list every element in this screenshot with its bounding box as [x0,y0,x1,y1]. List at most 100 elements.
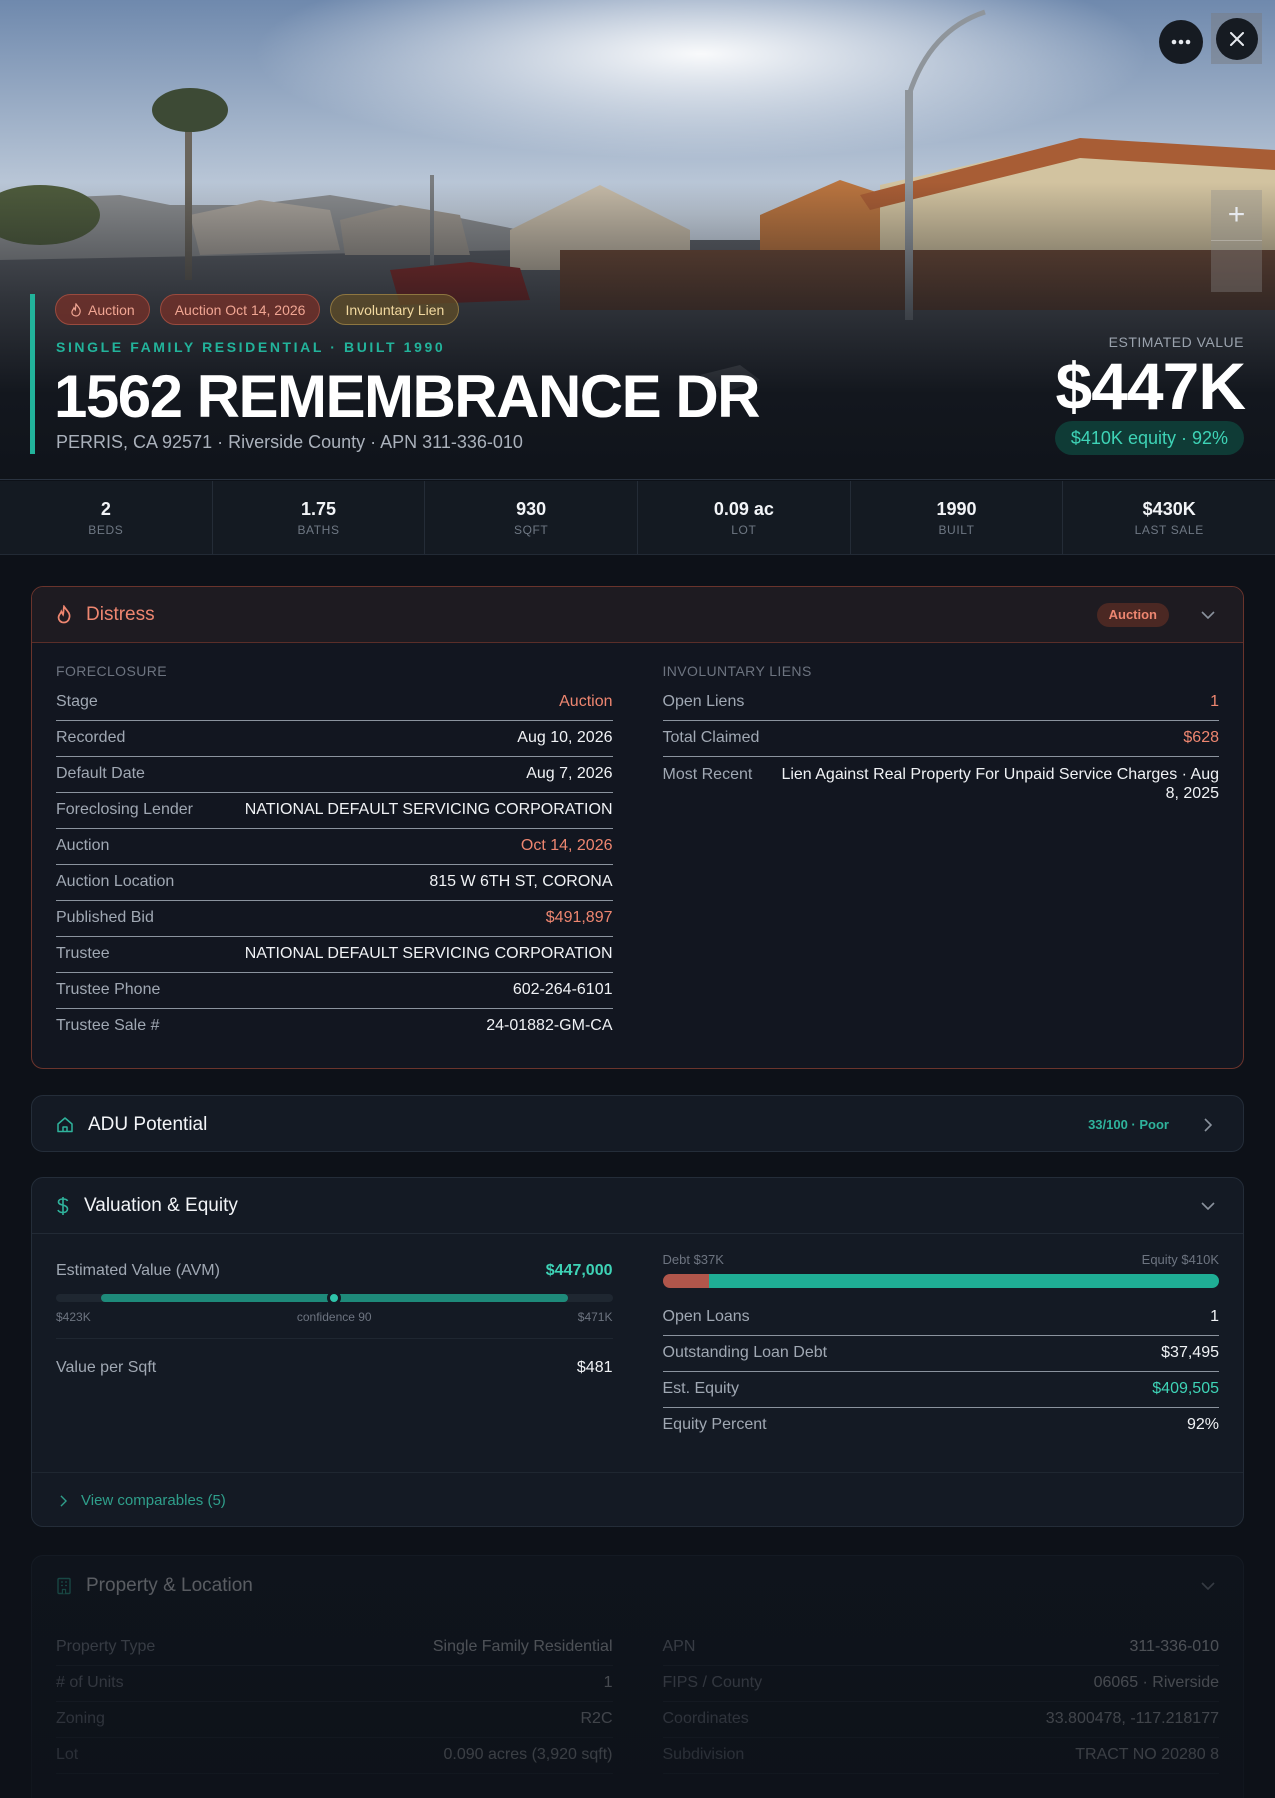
row-total-claimed: Total Claimed $628 [662,721,1219,757]
row-recorded: Recorded Aug 10, 2026 [56,721,613,757]
stat-beds: 2 BEDS [0,481,213,554]
equity-label: Equity $410K [1141,1252,1219,1267]
property-card-header[interactable]: Property & Location [32,1556,1243,1616]
chevron-right-icon[interactable] [1197,1114,1219,1136]
stat-sqft: 930 SQFT [425,481,639,554]
row-label: Est. Equity [662,1380,739,1397]
row-of-units: # of Units 1 [56,1666,613,1702]
row-label: Open Loans [662,1308,750,1325]
row-label: Trustee [56,945,110,962]
row-est-equity: Est. Equity $409,505 [662,1372,1219,1408]
row-value: Oct 14, 2026 [520,837,613,854]
row-label: Open Liens [662,693,745,710]
debt-equity-bar [662,1274,1219,1288]
valuation-card-header[interactable]: Valuation & Equity [32,1178,1243,1234]
property-details-left: Property Type Single Family Residential # … [56,1630,613,1774]
row-trustee: Trustee NATIONAL DEFAULT SERVICING CORPOR… [56,937,613,973]
row-coordinates: Coordinates 33.800478, -117.218177 [662,1702,1219,1738]
stat-lot: 0.09 ac LOT [638,481,851,554]
zoom-in-button[interactable]: + [1211,190,1262,241]
row-label: Total Claimed [662,729,760,746]
more-horizontal-icon [1171,39,1191,45]
row-value: 815 W 6TH ST, CORONA [429,873,613,890]
range-high: $471K [577,1310,613,1324]
row-label: FIPS / County [662,1674,763,1691]
row-label: APN [662,1638,696,1655]
row-value: $37,495 [1161,1344,1219,1361]
row-most-recent: Most Recent Lien Against Real Property Fo… [663,757,1220,807]
property-details-right: APN 311-336-010 FIPS / County 06065 · River… [662,1630,1219,1774]
building-icon [57,1577,71,1595]
row-value: $409,505 [1152,1380,1219,1397]
row-open-liens: Open Liens 1 [662,685,1219,721]
row-value: 92% [1186,1416,1219,1433]
liens-heading: INVOLUNTARY LIENS [662,663,812,679]
property-title: Property & Location [86,1575,253,1596]
row-outstanding-loan-debt: Outstanding Loan Debt $37,495 [662,1336,1219,1372]
row-value: $491,897 [545,909,613,926]
row-label: Subdivision [662,1746,745,1763]
flame-icon [71,302,81,317]
row-value: Lien Against Real Property For Unpaid Se… [781,766,1219,802]
view-comparables-link[interactable]: View comparables (5) [32,1472,1243,1526]
row-label: Lot [56,1746,79,1763]
value-per-sqft-label: Value per Sqft [56,1359,157,1376]
row-value: 1 [1210,1308,1219,1325]
chevron-down-icon[interactable] [1197,1575,1219,1597]
row-label: Foreclosing Lender [56,801,193,818]
property-location-card: Property & Location Property Type Single … [31,1555,1244,1798]
row-value: TRACT NO 20280 8 [1075,1746,1219,1763]
row-label: Default Date [56,765,145,782]
property-address-title: 1562 REMEMBRANCE DR [54,363,760,430]
range-marker [327,1291,342,1305]
distress-card-header[interactable]: Distress Auction [32,587,1243,643]
row-property-type: Property Type Single Family Residential [56,1630,613,1666]
row-label: Trustee Phone [56,981,161,998]
row-trustee-phone: Trustee Phone 602-264-6101 [56,973,613,1009]
range-confidence: confidence 90 [296,1310,372,1324]
row-value: 0.090 acres (3,920 sqft) [443,1746,613,1763]
row-trustee-sale: Trustee Sale # 24-01882-GM-CA [56,1009,613,1045]
adu-potential-card[interactable]: ADU Potential 33/100 · Poor [31,1095,1244,1152]
row-value: 311-336-010 [1129,1638,1219,1655]
row-value: 24-01882-GM-CA [486,1017,613,1034]
stat-baths: 1.75 BATHS [213,481,426,554]
row-value: Aug 7, 2026 [526,765,613,782]
equity-pill: $410K equity · 92% [1054,421,1244,455]
debt-segment [662,1274,710,1288]
row-label: Coordinates [662,1710,749,1727]
adu-card-header[interactable]: ADU Potential 33/100 · Poor [32,1096,1243,1151]
distress-title: Distress [86,603,155,625]
avm-label: Estimated Value (AVM) [56,1262,220,1279]
row-value: 1 [1210,693,1219,710]
chevron-down-icon[interactable] [1197,1195,1219,1217]
valuation-title: Valuation & Equity [84,1194,238,1216]
row-equity-percent: Equity Percent 92% [663,1408,1220,1444]
row-label: Equity Percent [662,1416,767,1433]
row-label: Recorded [56,729,126,746]
adu-score: 33/100 · Poor [1088,1117,1169,1132]
distress-card: Distress Auction FORECLOSURE Stage Auctio… [31,586,1244,1069]
distress-status-badge: Auction [1096,602,1169,627]
range-low: $423K [56,1310,91,1324]
chevron-down-icon[interactable] [1197,604,1219,626]
close-button[interactable] [1215,17,1258,60]
row-fips-county: FIPS / County 06065 · Riverside [662,1666,1219,1702]
row-label: Published Bid [56,909,154,926]
row-label: Auction Location [56,873,175,890]
row-stage: Stage Auction [56,685,613,721]
row-value: NATIONAL DEFAULT SERVICING CORPORATION [244,945,613,962]
foreclosure-heading: FORECLOSURE [56,663,167,679]
avm-value: $447,000 [545,1262,613,1279]
dollar-icon [57,1196,69,1215]
badge-auction-date: Auction Oct 14, 2026 [159,294,321,325]
row-lot: Lot 0.090 acres (3,920 sqft) [56,1738,613,1774]
home-icon [57,1117,73,1133]
more-options-button[interactable] [1159,20,1203,64]
equity-segment [709,1274,1219,1288]
row-value: Aug 10, 2026 [517,729,613,746]
row-auction-location: Auction Location 815 W 6TH ST, CORONA [56,865,613,901]
row-default-date: Default Date Aug 7, 2026 [56,757,613,793]
row-label: Property Type [56,1638,156,1655]
row-open-loans: Open Loans 1 [662,1300,1219,1336]
